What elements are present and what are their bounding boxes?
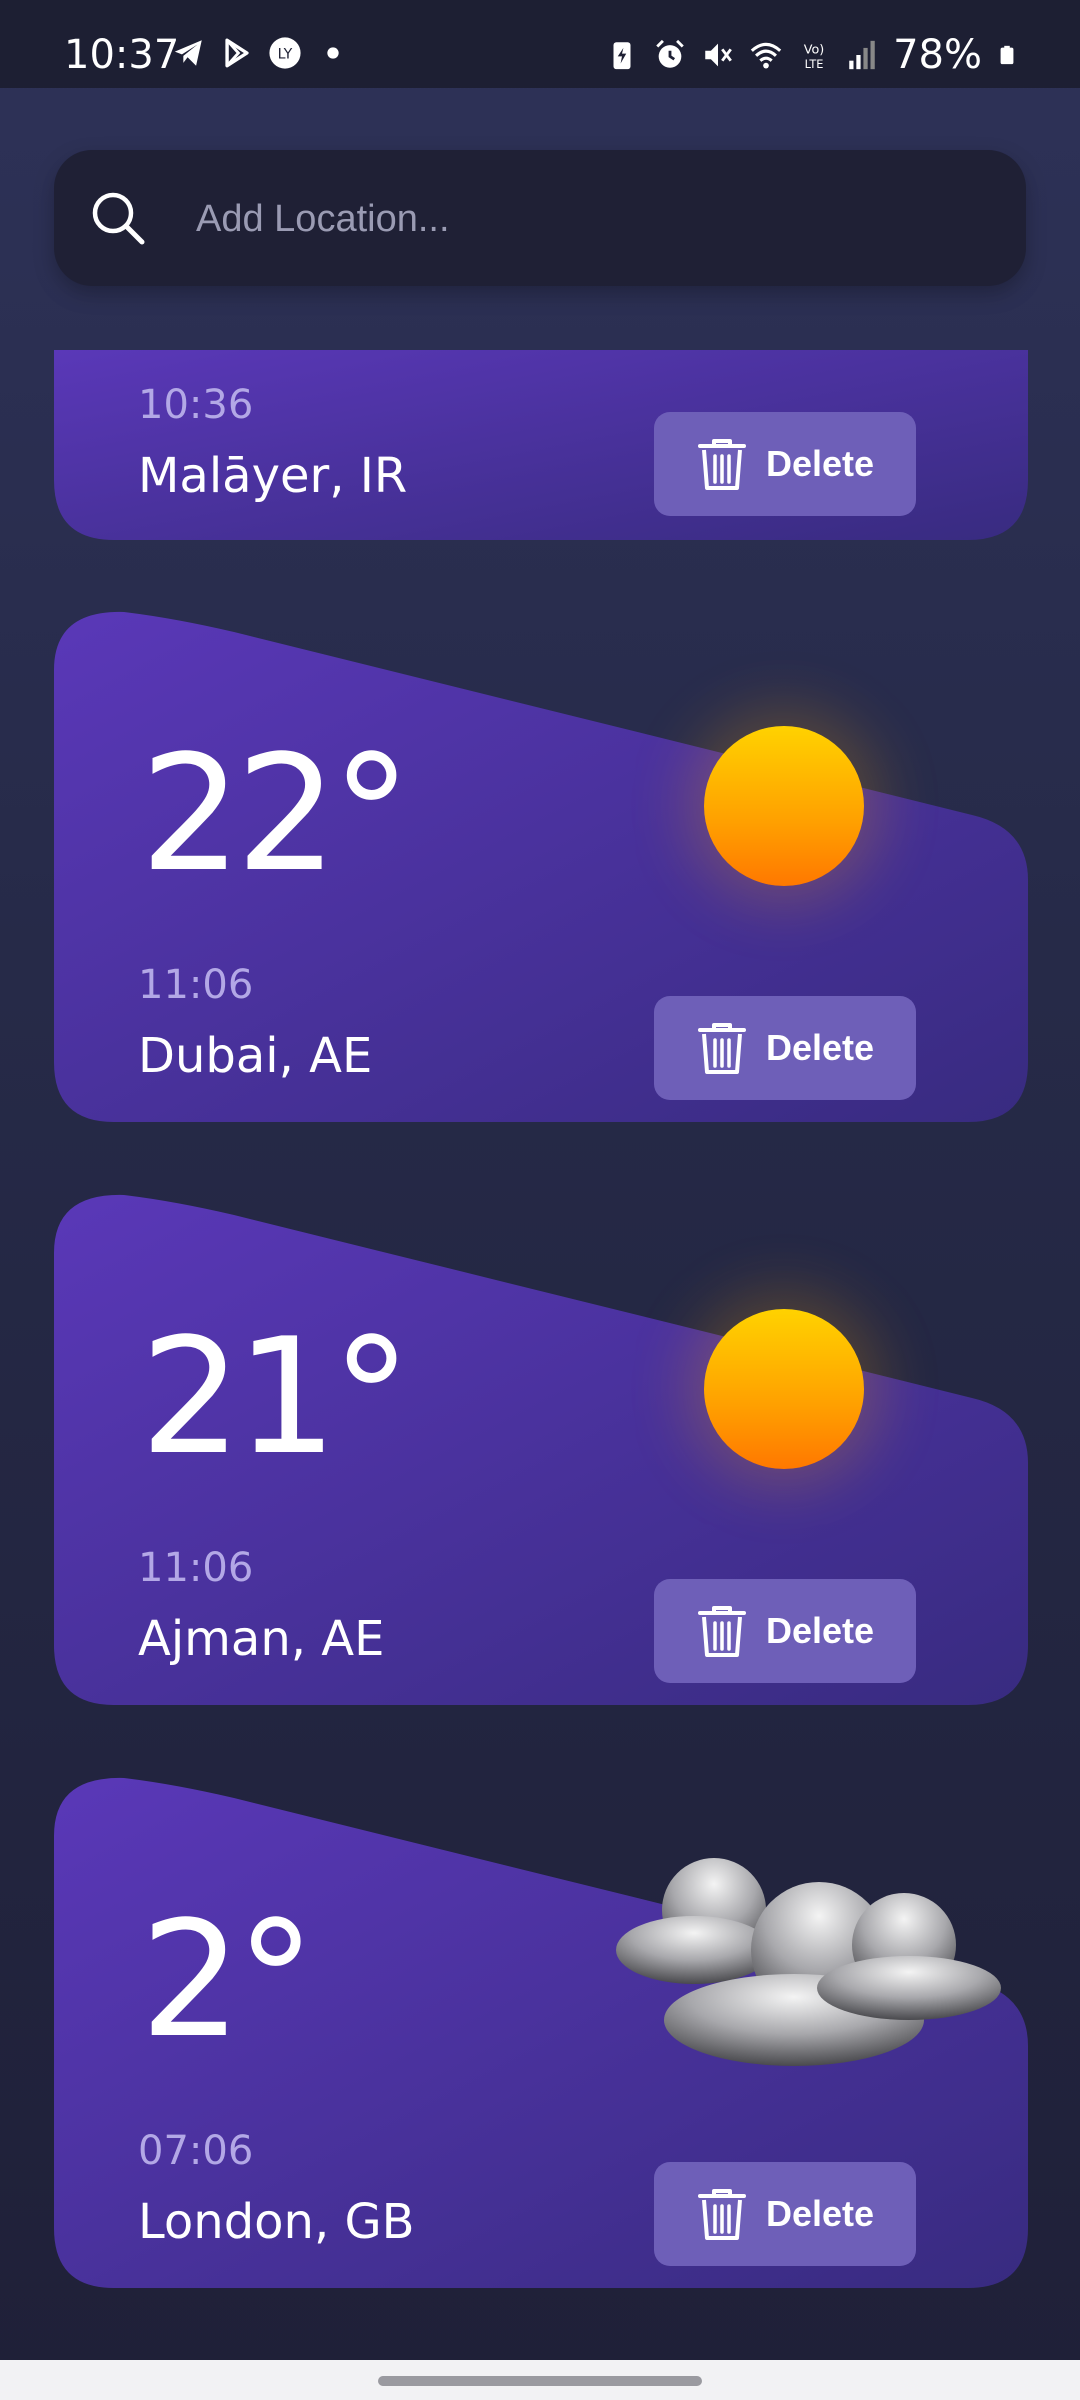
trash-icon: [697, 439, 746, 490]
delete-label: Delete: [765, 1610, 875, 1651]
temperature: 2°: [140, 1886, 316, 2073]
battery-icon: [1000, 45, 1014, 65]
telegram-icon: [174, 40, 202, 66]
mute-icon: [705, 43, 732, 67]
city-name: Malāyer, IR: [138, 448, 408, 504]
svg-text:Vo): Vo): [804, 43, 825, 58]
sun-icon: [704, 1309, 864, 1469]
search-icon: [92, 192, 145, 245]
battery-saver-icon: [613, 42, 631, 70]
home-indicator[interactable]: [378, 2376, 702, 2386]
status-time: 10:37: [64, 32, 180, 78]
dot-icon: [327, 47, 339, 59]
local-time: 11:06: [138, 962, 254, 1008]
clouds-icon: [616, 1858, 1001, 2066]
location-card-malayer[interactable]: 10:36 Malāyer, IR Delete: [54, 350, 1028, 540]
sun-icon: [704, 726, 864, 886]
delete-button[interactable]: Delete: [654, 2162, 916, 2266]
local-time: 11:06: [138, 1545, 254, 1591]
alarm-icon: [656, 39, 684, 68]
svg-text:LTE: LTE: [805, 57, 824, 71]
delete-button[interactable]: Delete: [654, 996, 916, 1100]
delete-label: Delete: [765, 443, 875, 484]
volte-icon: Vo)LTE: [804, 43, 825, 71]
search-input[interactable]: [194, 186, 978, 252]
status-bar: 10:37 LY Vo) LTE 78%: [0, 0, 1080, 88]
delete-label: Delete: [765, 2193, 875, 2234]
delete-label: Delete: [765, 1027, 875, 1068]
delete-button[interactable]: Delete: [654, 1579, 916, 1683]
location-card-ajman[interactable]: 21° 11:06 Ajman, AE Delete: [54, 1193, 1028, 1705]
ly-app-icon: LY: [269, 37, 301, 69]
svg-text:LY: LY: [278, 47, 293, 63]
search-bar[interactable]: [54, 150, 1026, 286]
temperature: 22°: [140, 720, 412, 907]
trash-icon: [697, 2189, 746, 2240]
delete-button[interactable]: Delete: [654, 412, 916, 516]
city-name: London, GB: [138, 2194, 415, 2250]
location-card-dubai[interactable]: 22° 11:06 Dubai, AE Delete: [54, 610, 1028, 1122]
trash-icon: [697, 1606, 746, 1657]
signal-icon: [849, 40, 875, 70]
local-time: 07:06: [138, 2128, 254, 2174]
location-card-london[interactable]: 2° 07:06 London, GB Delete: [54, 1776, 1028, 2288]
local-time: 10:36: [138, 382, 254, 428]
trash-icon: [697, 1023, 746, 1074]
city-name: Ajman, AE: [138, 1611, 385, 1667]
battery-percent: 78%: [893, 32, 982, 78]
city-name: Dubai, AE: [138, 1028, 373, 1084]
play-store-icon: [225, 38, 249, 68]
temperature: 21°: [140, 1303, 412, 1490]
wifi-icon: [750, 42, 782, 69]
gesture-nav-area: [0, 2360, 1080, 2400]
